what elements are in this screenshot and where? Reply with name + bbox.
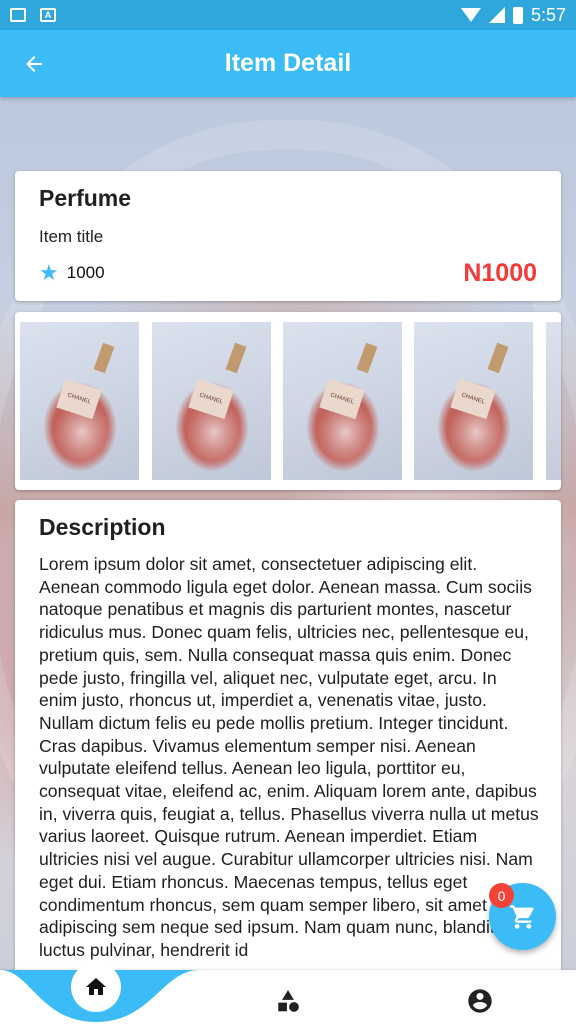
item-subtitle: Item title [39,227,104,246]
text-notification-icon: A [40,8,56,22]
description-title: Description [39,514,166,540]
bottle-label: CHANEL [56,378,102,420]
home-icon [86,978,106,995]
rating-value: 1000 [66,263,105,282]
star-icon: ★ [39,260,59,285]
status-time: 5:57 [530,4,566,25]
gallery-thumbnail[interactable]: CHANEL [414,322,533,480]
image-notification-icon [10,8,26,22]
bottle-cap [225,342,247,374]
page-title: Item Detail [224,49,352,77]
cart-count-badge: 0 [489,883,514,908]
image-gallery[interactable]: CHANEL CHANEL CHANEL CHANEL [15,312,561,490]
bottle-label: CHANEL [319,378,365,420]
shapes-icon [278,990,299,1012]
item-name: Perfume [39,185,132,211]
bottle-cap [487,342,509,374]
nav-home-button[interactable] [71,962,121,1012]
app-bar: Item Detail [0,30,576,97]
wifi-icon [460,8,481,22]
battery-icon [512,6,523,24]
nav-account-button[interactable] [465,986,495,1016]
description-card: Description Lorem ipsum dolor sit amet, … [15,500,561,980]
arrow-back-icon [26,56,42,72]
gallery-thumbnail[interactable]: CHANEL [152,322,271,480]
status-bar: A 5:57 [0,0,576,30]
item-summary-card: Perfume Item title ★ 1000 N1000 [15,171,561,301]
gallery-thumbnail[interactable] [546,322,561,480]
gallery-thumbnail[interactable]: CHANEL [283,322,402,480]
signal-icon [488,7,505,23]
account-icon [468,989,492,1013]
item-rating: ★ 1000 [39,260,105,285]
bottle-label: CHANEL [450,378,496,420]
gallery-thumbnail[interactable]: CHANEL [20,322,139,480]
bottle-cap [356,342,378,374]
bottle-label: CHANEL [188,378,234,420]
item-price: N1000 [463,259,537,287]
shopping-cart-icon [509,904,534,929]
bottle-cap [93,342,115,374]
nav-category-button[interactable] [273,986,303,1016]
back-button[interactable] [18,48,50,80]
description-text: Lorem ipsum dolor sit amet, consectetuer… [39,554,539,960]
